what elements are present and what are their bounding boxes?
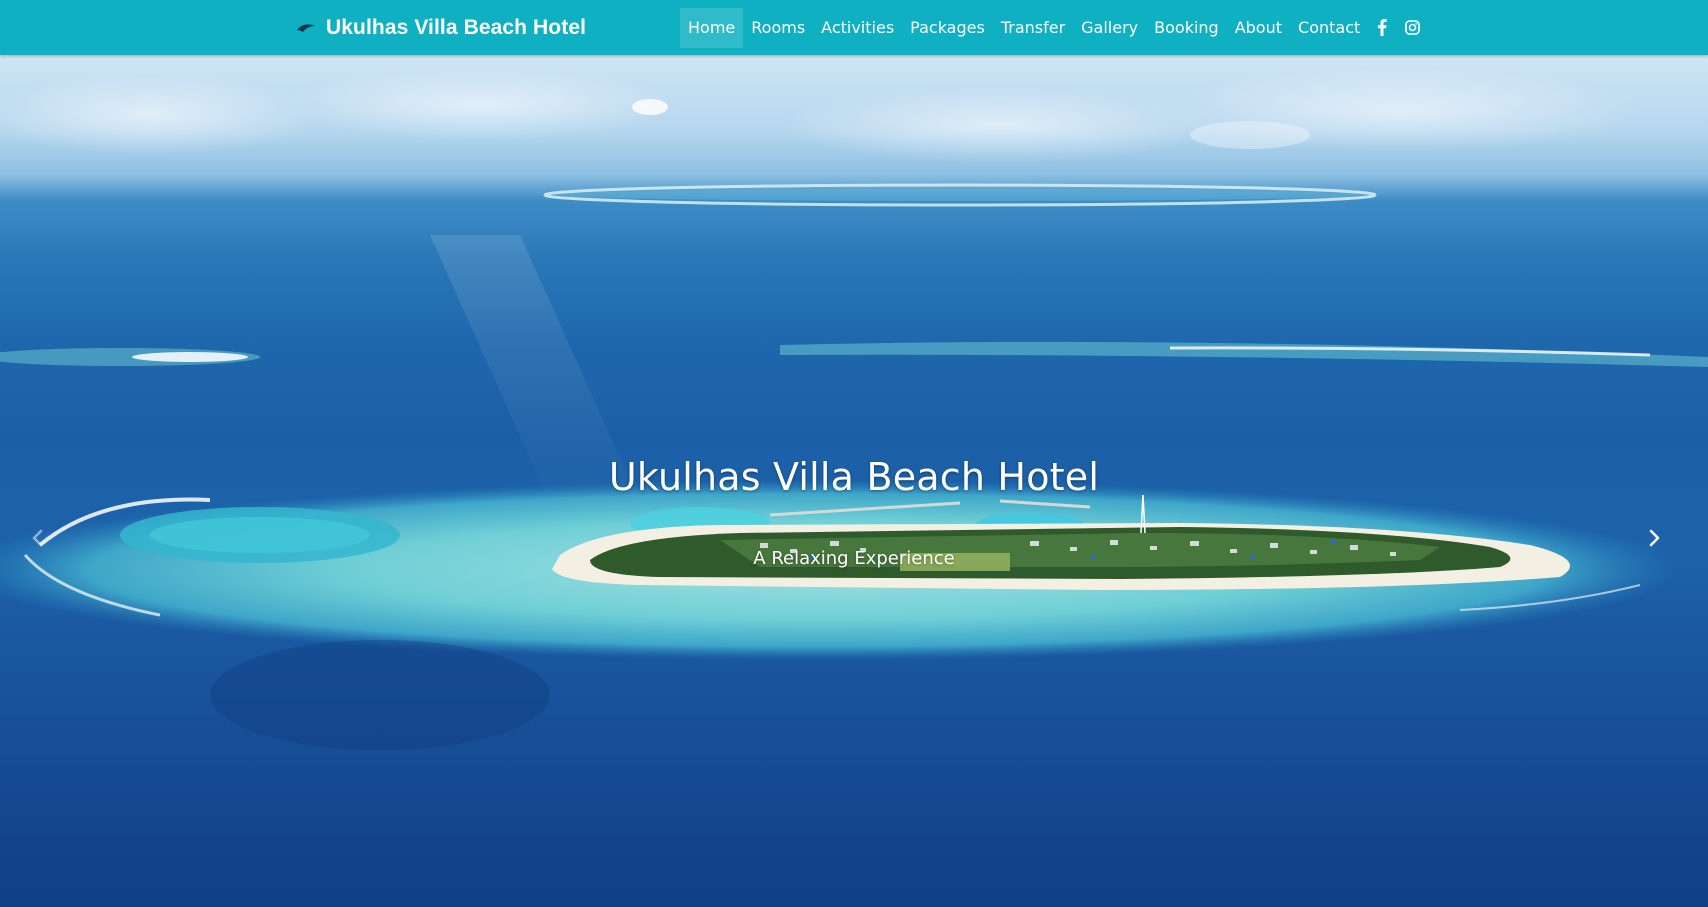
nav-item-home[interactable]: Home — [680, 7, 744, 48]
brand-name: Ukulhas Villa Beach Hotel — [326, 15, 587, 39]
nav-item-transfer[interactable]: Transfer — [993, 8, 1073, 48]
main-nav: Home Rooms Activities Packages Transfer … — [680, 0, 1429, 55]
facebook-link[interactable] — [1368, 8, 1396, 48]
nav-item-rooms[interactable]: Rooms — [743, 8, 813, 48]
nav-item-packages[interactable]: Packages — [902, 8, 993, 48]
chevron-left-icon — [31, 529, 43, 551]
instagram-link[interactable] — [1396, 8, 1429, 48]
nav-item-about[interactable]: About — [1227, 8, 1290, 48]
hero-subtitle: A Relaxing Experience — [753, 548, 955, 569]
hero-carousel: Ukulhas Villa Beach Hotel A Relaxing Exp… — [0, 55, 1708, 907]
carousel-prev-button[interactable] — [22, 525, 52, 555]
facebook-icon — [1377, 19, 1387, 36]
brand-link[interactable]: Ukulhas Villa Beach Hotel — [296, 0, 586, 55]
chevron-right-icon — [1649, 529, 1661, 551]
nav-item-activities[interactable]: Activities — [813, 8, 902, 48]
hero-title: Ukulhas Villa Beach Hotel — [608, 455, 1100, 499]
nav-item-booking[interactable]: Booking — [1146, 8, 1227, 48]
carousel-next-button[interactable] — [1640, 525, 1670, 555]
nav-item-contact[interactable]: Contact — [1290, 8, 1368, 48]
top-navbar: Ukulhas Villa Beach Hotel Home Rooms Act… — [0, 0, 1708, 55]
whale-logo-icon — [296, 21, 316, 35]
nav-item-gallery[interactable]: Gallery — [1073, 8, 1146, 48]
instagram-icon — [1405, 20, 1421, 35]
